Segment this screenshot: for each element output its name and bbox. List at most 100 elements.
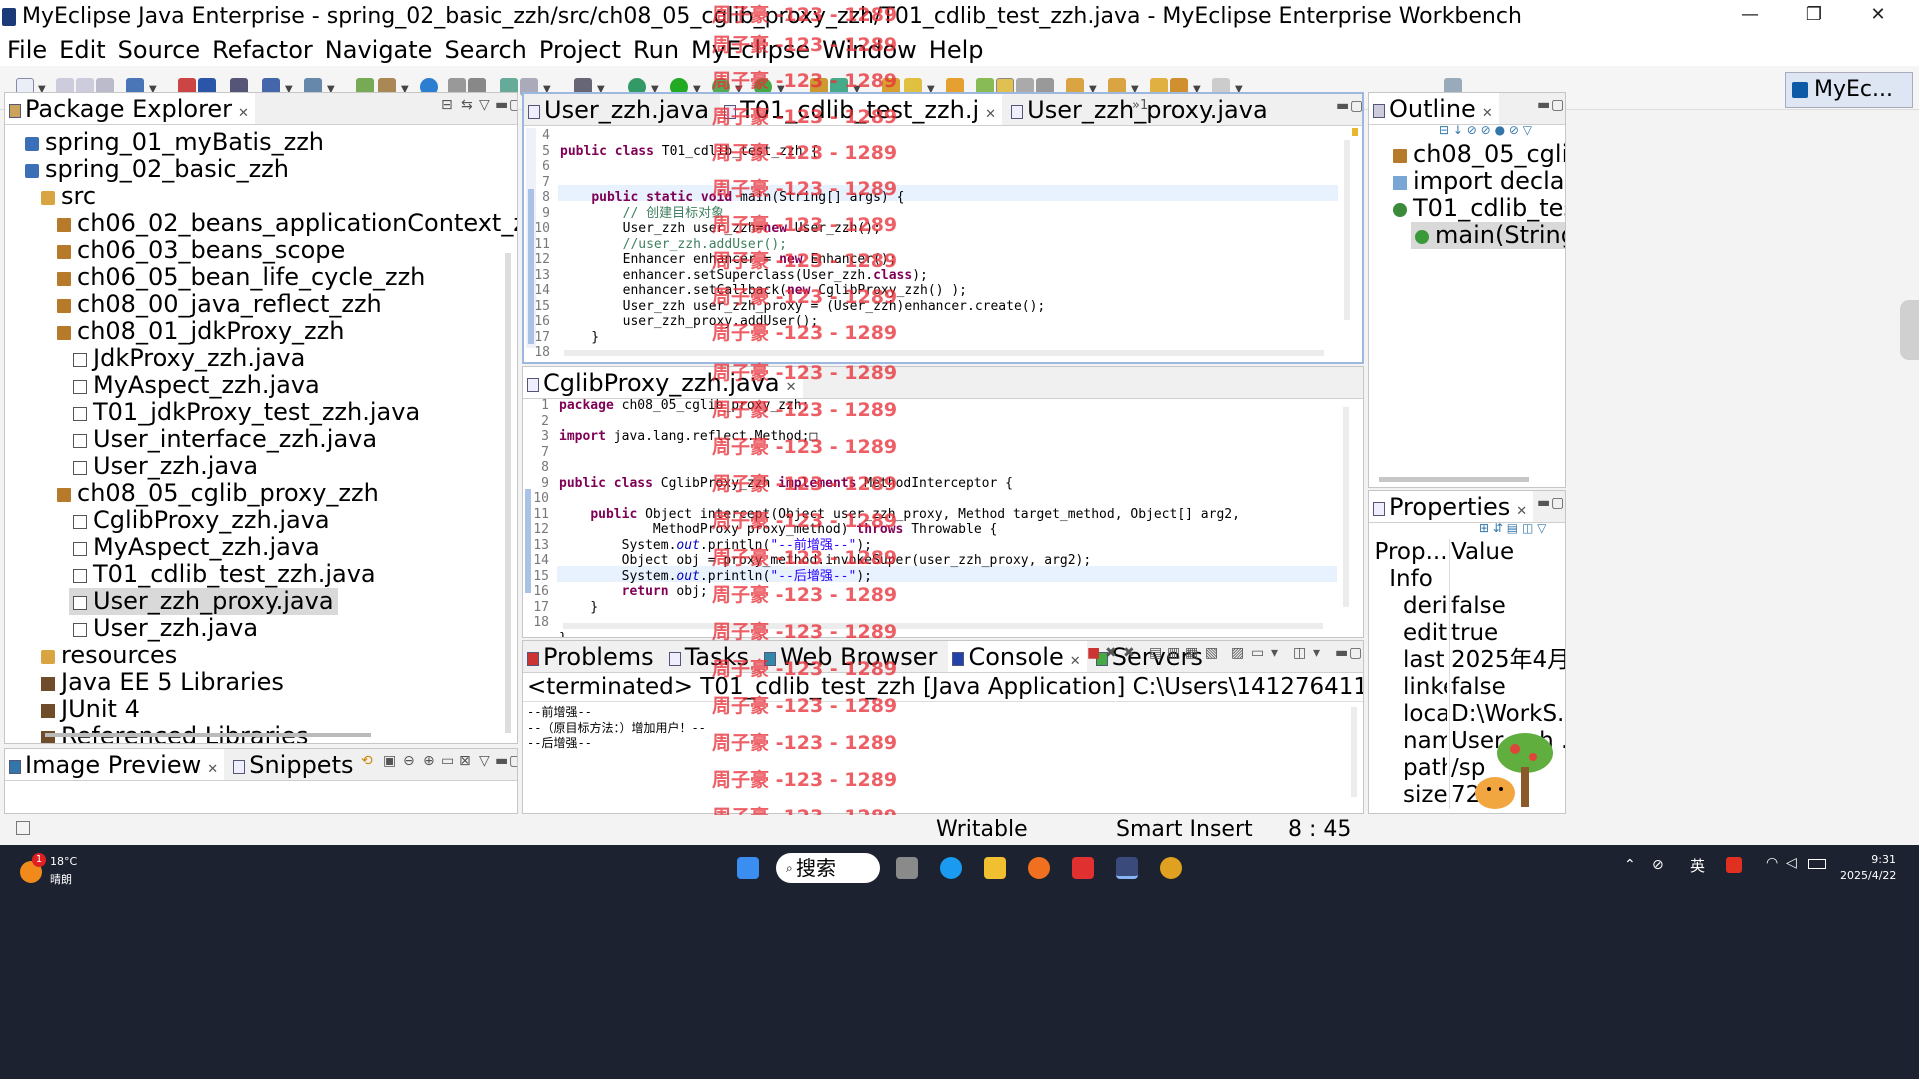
hide-local-types-icon[interactable]: ⊘ — [1509, 123, 1519, 137]
restore-button[interactable]: ❐ — [1784, 0, 1844, 34]
minimize-view-icon[interactable]: ▬ — [495, 97, 508, 113]
volume-icon[interactable]: ◁ — [1786, 855, 1797, 871]
minimize-view-icon[interactable]: ▬ — [1336, 98, 1349, 114]
tree-item[interactable]: T01_jdkProxy_test_zzh.java — [73, 399, 420, 426]
tree-item[interactable]: Java EE 5 Libraries — [41, 669, 284, 696]
tree-item[interactable]: User_zzh.java — [73, 615, 258, 642]
vertical-scrollbar[interactable] — [1351, 707, 1357, 797]
horizontal-scrollbar[interactable] — [45, 733, 371, 737]
collapse-all-icon[interactable]: ⊟ — [441, 97, 453, 113]
tab-overflow-button[interactable]: »1 — [1132, 98, 1148, 113]
tray-app-icon[interactable] — [1726, 857, 1742, 873]
tab-problems[interactable]: Problems — [523, 641, 660, 672]
tree-item[interactable]: User_zzh.java — [73, 453, 258, 480]
close-button[interactable]: ✕ — [1848, 0, 1908, 34]
tree-item[interactable]: User_interface_zzh.java — [73, 426, 377, 453]
tree-item[interactable]: ch08_01_jdkProxy_zzh — [57, 318, 344, 345]
tab-web-browser[interactable]: Web Browser — [760, 641, 943, 672]
tree-item-selected[interactable]: User_zzh_proxy.java — [69, 588, 338, 615]
display-dropdown-icon[interactable]: ▾ — [1271, 645, 1278, 661]
view-menu-icon[interactable]: ▽ — [1523, 123, 1532, 137]
tree-item[interactable]: JdkProxy_zzh.java — [73, 345, 305, 372]
close-icon[interactable]: ✕ — [1482, 106, 1493, 121]
wifi-icon[interactable]: ◠ — [1766, 855, 1778, 871]
column-header-value[interactable]: Value — [1451, 539, 1514, 566]
battery-icon[interactable] — [1808, 859, 1826, 869]
chevron-up-icon[interactable]: ⌃ — [1624, 857, 1636, 873]
firefox-icon[interactable] — [1028, 857, 1050, 879]
view-menu-icon[interactable]: ▽ — [1537, 521, 1546, 535]
tree-item[interactable]: ch06_03_beans_scope — [57, 237, 345, 264]
tree-item[interactable]: resources — [41, 642, 177, 669]
menu-project[interactable]: Project — [532, 34, 626, 66]
maximize-view-icon[interactable]: ▢ — [1350, 98, 1362, 114]
tab-image-preview[interactable]: Image Preview ✕ — [5, 749, 225, 780]
word-wrap-icon[interactable]: ▦ — [1185, 645, 1198, 661]
menu-file[interactable]: File — [0, 34, 52, 66]
terminate-icon[interactable]: ■ — [1087, 645, 1100, 661]
column-header-property[interactable]: Prop... Info — [1373, 539, 1449, 593]
close-icon[interactable]: ✕ — [1516, 504, 1527, 519]
display-console-icon[interactable]: ▭ — [1251, 645, 1264, 661]
tab-cglibproxy[interactable]: CglibProxy_zzh.java ✕ — [523, 367, 803, 398]
tree-item-selected[interactable]: main(String[]) — [1411, 222, 1565, 249]
tab-package-explorer[interactable]: Package Explorer ✕ — [5, 93, 255, 124]
close-icon[interactable]: ✕ — [238, 106, 249, 121]
tree-item[interactable]: spring_02_basic_zzh — [25, 156, 289, 183]
myeclipse-taskbar-icon[interactable] — [1116, 857, 1138, 879]
scroll-lock-icon[interactable]: ▥ — [1167, 645, 1180, 661]
tab-outline[interactable]: Outline ✕ — [1369, 93, 1499, 124]
clear-console-icon[interactable]: ▤ — [1149, 645, 1162, 661]
remove-all-icon[interactable]: ✖ — [1123, 645, 1135, 661]
file-explorer-icon[interactable] — [984, 857, 1006, 879]
link-editor-icon[interactable]: ⇆ — [461, 97, 473, 113]
close-icon[interactable]: ✕ — [207, 762, 218, 777]
windows-start-icon[interactable] — [737, 857, 759, 879]
tree-item[interactable]: MyAspect_zzh.java — [73, 534, 320, 561]
hide-fields-icon[interactable]: ⊘ — [1467, 123, 1477, 137]
sync-icon[interactable]: ⟲ — [361, 753, 373, 769]
show-categories-icon[interactable]: ⊞ — [1479, 521, 1489, 535]
new-console-icon[interactable]: ◫ — [1293, 645, 1306, 661]
tree-item[interactable]: T01_cdlib_test_zz — [1393, 195, 1565, 222]
menu-edit[interactable]: Edit — [52, 34, 110, 66]
tab-t01-cdlib-test[interactable]: T01_cdlib_test_zzh.j ✕ — [720, 94, 1003, 125]
console-output[interactable]: --前增强-- --（原目标方法：）增加用户！-- --后增强-- — [527, 705, 706, 752]
open-console-icon[interactable]: ▨ — [1231, 645, 1244, 661]
menu-window[interactable]: Window — [815, 34, 922, 66]
vertical-scrollbar[interactable] — [505, 253, 511, 733]
menu-help[interactable]: Help — [922, 34, 989, 66]
tree-item[interactable]: src — [41, 183, 96, 210]
fast-view-icon[interactable] — [16, 821, 30, 835]
edge-icon[interactable] — [940, 857, 962, 879]
hide-static-icon[interactable]: ⊘ — [1481, 123, 1491, 137]
maximize-view-icon[interactable]: ▢ — [1551, 495, 1564, 511]
tree-item[interactable]: JUnit 4 — [41, 696, 140, 723]
hide-nonpublic-icon[interactable]: ● — [1495, 123, 1505, 137]
menu-search[interactable]: Search — [437, 34, 531, 66]
maximize-view-icon[interactable]: ▢ — [1551, 97, 1564, 113]
tab-snippets[interactable]: Snippets — [229, 749, 359, 780]
side-handle[interactable] — [1900, 300, 1919, 360]
vertical-scrollbar[interactable] — [1343, 407, 1349, 607]
tree-item[interactable]: ch06_02_beans_applicationContext_zzh — [57, 210, 517, 237]
zoom-out-icon[interactable]: ⊖ — [403, 753, 415, 769]
close-icon[interactable]: ✕ — [786, 380, 797, 395]
horizontal-scrollbar[interactable] — [1379, 477, 1529, 482]
close-icon[interactable]: ✕ — [1070, 654, 1081, 669]
perspective-button[interactable]: MyEc... — [1785, 72, 1913, 108]
tree-item[interactable]: MyAspect_zzh.java — [73, 372, 320, 399]
chrome-icon[interactable] — [1160, 857, 1182, 879]
minimize-view-icon[interactable]: ▬ — [495, 753, 508, 769]
ime-indicator[interactable]: 英 — [1690, 855, 1705, 876]
tree-item[interactable]: ch06_05_bean_life_cycle_zzh — [57, 264, 425, 291]
tree-item[interactable]: T01_cdlib_test_zzh.java — [73, 561, 376, 588]
sort-icon[interactable]: ↓ — [1453, 123, 1463, 137]
maximize-view-icon[interactable]: ▢ — [509, 753, 517, 769]
clock-date[interactable]: 2025/4/22 — [1840, 869, 1896, 882]
collapse-all-icon[interactable]: ⊟ — [1439, 123, 1449, 137]
tree-item[interactable]: import declarati — [1393, 168, 1565, 195]
fit-icon[interactable]: ▣ — [383, 753, 396, 769]
minimize-view-icon[interactable]: ▬ — [1537, 97, 1550, 113]
show-advanced-icon[interactable]: ⇵ — [1493, 521, 1503, 535]
